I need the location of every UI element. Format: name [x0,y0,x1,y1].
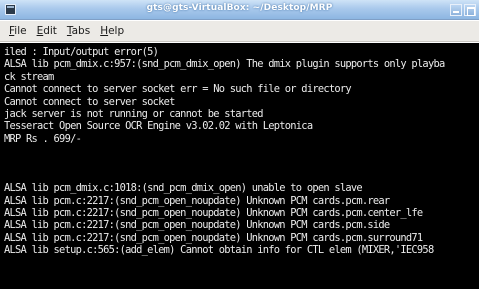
terminal-line: ALSA lib setup.c:565:(add_elem) Cannot o… [4,244,434,257]
menu-file-label: ile [14,24,27,37]
terminal-line: ALSA lib pcm_dmix.c:957:(snd_pcm_dmix_op… [4,58,445,71]
menu-tabs[interactable]: Tabs [62,22,95,41]
terminal-line: Tesseract Open Source OCR Engine v3.02.0… [4,120,313,133]
terminal-line: ck stream [4,70,54,83]
menu-help-mnemonic: H [100,24,109,37]
menu-edit-label: dit [43,24,57,37]
terminal-output[interactable]: iled : Input/output error(5) ALSA lib pc… [0,43,479,289]
terminal-line: iled : Input/output error(5) [4,46,159,58]
menu-help-label: elp [108,24,125,37]
title-bar[interactable]: gts@gts-VirtualBox: ~/Desktop/MRP [0,0,479,20]
window-controls [450,4,476,16]
terminal-line: Cannot connect to server socket err = No… [4,83,352,96]
minimize-icon[interactable] [450,4,462,16]
terminal-line: ALSA lib pcm.c:2217:(snd_pcm_open_noupda… [4,219,390,232]
menu-file[interactable]: File [4,22,32,41]
maximize-icon[interactable] [464,4,476,16]
terminal-line: MRP Rs . 699/- [4,132,82,145]
terminal-line: ALSA lib pcm_dmix.c:1018:(snd_pcm_dmix_o… [4,182,363,195]
menu-edit[interactable]: Edit [32,22,62,41]
menu-bar: File Edit Tabs Help [0,21,479,42]
menu-help[interactable]: Help [95,22,129,41]
terminal-window: gts@gts-VirtualBox: ~/Desktop/MRP File E… [0,0,479,289]
terminal-line: jack server is not running or cannot be … [4,107,264,120]
terminal-line: Cannot connect to server socket [4,95,175,108]
terminal-line: ALSA lib pcm.c:2217:(snd_pcm_open_noupda… [4,231,423,244]
terminal-line: ALSA lib pcm.c:2217:(snd_pcm_open_noupda… [4,194,390,207]
terminal-line: ALSA lib pcm.c:2217:(snd_pcm_open_noupda… [4,207,423,220]
menu-tabs-label: abs [71,24,91,37]
window-title: gts@gts-VirtualBox: ~/Desktop/MRP [146,3,333,13]
